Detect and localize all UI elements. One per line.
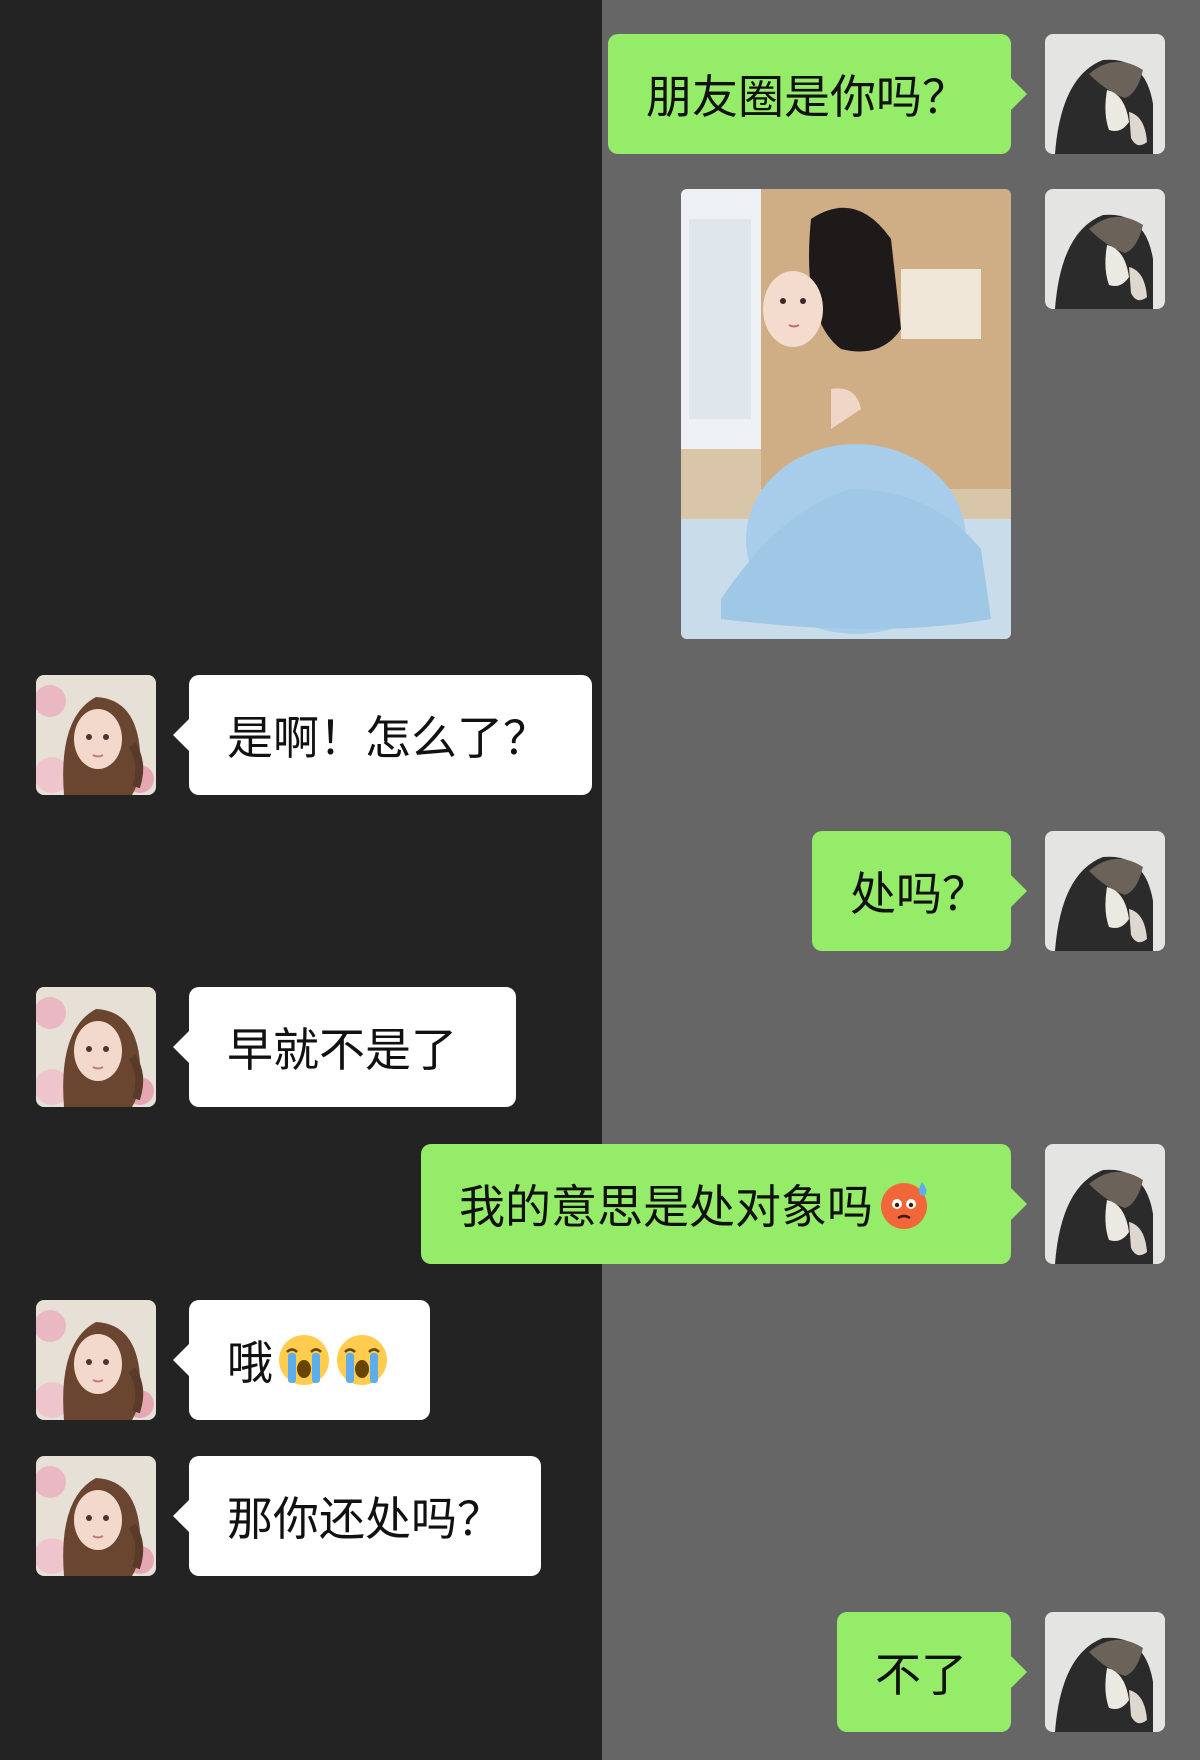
loudly-crying-face-emoji-icon (277, 1333, 331, 1387)
my-avatar[interactable] (1045, 1144, 1165, 1264)
message-bubble-sent[interactable]: 朋友圈是你吗？ (608, 34, 1027, 154)
my-avatar[interactable] (1045, 1612, 1165, 1732)
friend-avatar[interactable] (36, 1456, 156, 1576)
my-avatar[interactable] (1045, 189, 1165, 309)
loudly-crying-face-emoji-icon (335, 1333, 389, 1387)
my-avatar[interactable] (1045, 831, 1165, 951)
cold-sweat-face-emoji-icon (877, 1177, 931, 1231)
message-bubble-sent[interactable]: 我的意思是处对象吗 (421, 1144, 1027, 1264)
shared-photo[interactable] (681, 189, 1011, 639)
message-text: 那你还处吗？ (227, 1492, 503, 1546)
friend-avatar[interactable] (36, 675, 156, 795)
message-bubble-received[interactable]: 早就不是了 (173, 987, 516, 1107)
message-text: 不了 (875, 1648, 967, 1702)
message-text: 我的意思是处对象吗 (459, 1180, 873, 1234)
message-text: 是啊！怎么了？ (227, 711, 549, 765)
message-bubble-received[interactable]: 那你还处吗？ (173, 1456, 541, 1576)
message-text: 哦 (227, 1336, 273, 1390)
message-bubble-received[interactable]: 是啊！怎么了？ (173, 675, 592, 795)
message-bubble-sent[interactable]: 不了 (837, 1612, 1027, 1732)
friend-avatar[interactable] (36, 987, 156, 1107)
message-bubble-received[interactable]: 哦 (173, 1300, 430, 1420)
message-text: 朋友圈是你吗？ (646, 70, 968, 124)
message-text: 处吗？ (850, 867, 988, 921)
message-text: 早就不是了 (227, 1023, 457, 1077)
my-avatar[interactable] (1045, 34, 1165, 154)
friend-avatar[interactable] (36, 1300, 156, 1420)
message-bubble-sent[interactable]: 处吗？ (812, 831, 1027, 951)
